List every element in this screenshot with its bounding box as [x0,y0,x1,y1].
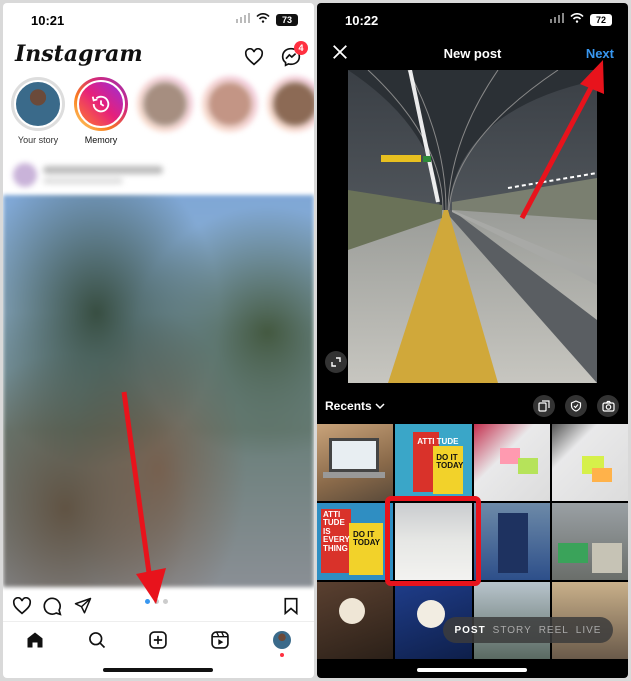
mode-selector: POST STORY REEL LIVE [443,617,613,643]
reels-icon[interactable] [208,628,232,652]
post-author-avatar[interactable] [13,163,37,187]
notification-badge: 4 [294,41,308,55]
post-actions [3,593,314,621]
post-author-name[interactable] [43,166,163,174]
book-title-text: DO IT TODAY [436,453,464,471]
status-time: 10:21 [31,13,65,28]
photo-tile-books[interactable]: ATTI TUDE IS EVERY THING DO IT TODAY [317,503,394,580]
comment-icon[interactable] [41,595,63,617]
search-icon[interactable] [85,628,109,652]
book-title-text: ATTI TUDE [417,437,459,446]
home-indicator [103,668,213,672]
story-your-story[interactable]: Your story [6,77,70,145]
story-ring [11,77,65,131]
stories-tray: Your story Memory [3,77,314,153]
photo-tile-book-yellow[interactable]: ATTI TUDE DO IT TODAY [395,424,472,501]
status-bar: 10:22 72 [317,3,628,37]
story-blurred[interactable] [133,77,197,131]
book-title-text: ATTI TUDE IS EVERY THING [323,510,350,553]
photo-tile-note[interactable] [473,424,550,501]
status-time: 10:22 [345,13,379,28]
story-label: Memory [84,135,118,145]
post-location [43,178,123,184]
carousel-dots [145,599,168,604]
album-selector[interactable]: Recents [325,399,385,413]
story-blurred[interactable] [198,77,262,131]
album-label: Recents [325,399,372,413]
story-ring [138,77,192,131]
new-post-header: New post Next [317,37,628,69]
new-post-screen: 10:22 72 New post Next Recents ATTI TUDE… [317,3,628,678]
home-indicator [417,668,527,672]
post-header [3,157,314,193]
battery-indicator: 72 [590,13,612,26]
photo-tile-elevator[interactable] [473,503,550,580]
expand-icon[interactable] [325,351,347,373]
instagram-feed-screen: 10:21 73 Instagram 4 Your story Memory [3,3,314,678]
story-ring [203,77,257,131]
signal-icon [236,13,250,26]
profile-avatar[interactable] [270,628,294,657]
selection-highlight [385,496,481,586]
create-post-icon[interactable] [146,628,170,652]
multi-select-icon[interactable] [533,395,555,417]
bottom-tab-bar [3,621,314,657]
signal-icon [550,13,564,26]
memory-clock-icon [91,95,110,113]
home-icon[interactable] [23,628,47,652]
story-pic [141,80,189,128]
gallery-toolbar: Recents [317,391,628,421]
story-ring [268,77,314,131]
share-icon[interactable] [72,595,94,617]
heart-icon[interactable] [242,45,266,69]
story-label: Your story [17,135,59,145]
photo-tile-train[interactable] [551,503,628,580]
story-blurred[interactable] [263,77,314,131]
camera-icon[interactable] [597,395,619,417]
chevron-down-icon [375,399,385,413]
book-title-text: DO IT TODAY [353,530,381,548]
next-button[interactable]: Next [586,46,614,61]
page-title: New post [443,46,502,61]
story-pic [206,80,254,128]
battery-indicator: 73 [276,13,298,26]
status-bar: 10:21 73 [3,3,314,37]
messenger-icon[interactable]: 4 [279,41,308,69]
photo-tile-dessert[interactable] [317,582,394,659]
photo-tile-paper[interactable] [551,424,628,501]
post-image[interactable] [3,195,314,587]
story-pic [271,80,314,128]
photo-tile-laptop[interactable] [317,424,394,501]
like-icon[interactable] [11,595,33,617]
wifi-icon [256,12,270,26]
instagram-logo[interactable]: Instagram [15,41,143,67]
station-platform-photo [348,70,597,383]
mode-post[interactable]: POST [454,625,485,636]
story-ring [74,77,128,131]
selected-photo-preview[interactable] [348,70,597,383]
save-icon[interactable] [280,595,302,617]
feed-header: Instagram 4 [3,37,314,77]
story-memory[interactable]: Memory [69,77,133,145]
mode-reel[interactable]: REEL [539,625,569,636]
memory-pic [77,80,125,128]
mode-story[interactable]: STORY [493,625,532,636]
shield-check-icon[interactable] [565,395,587,417]
avatar [14,80,62,128]
wifi-icon [570,12,584,26]
mode-live[interactable]: LIVE [576,625,602,636]
